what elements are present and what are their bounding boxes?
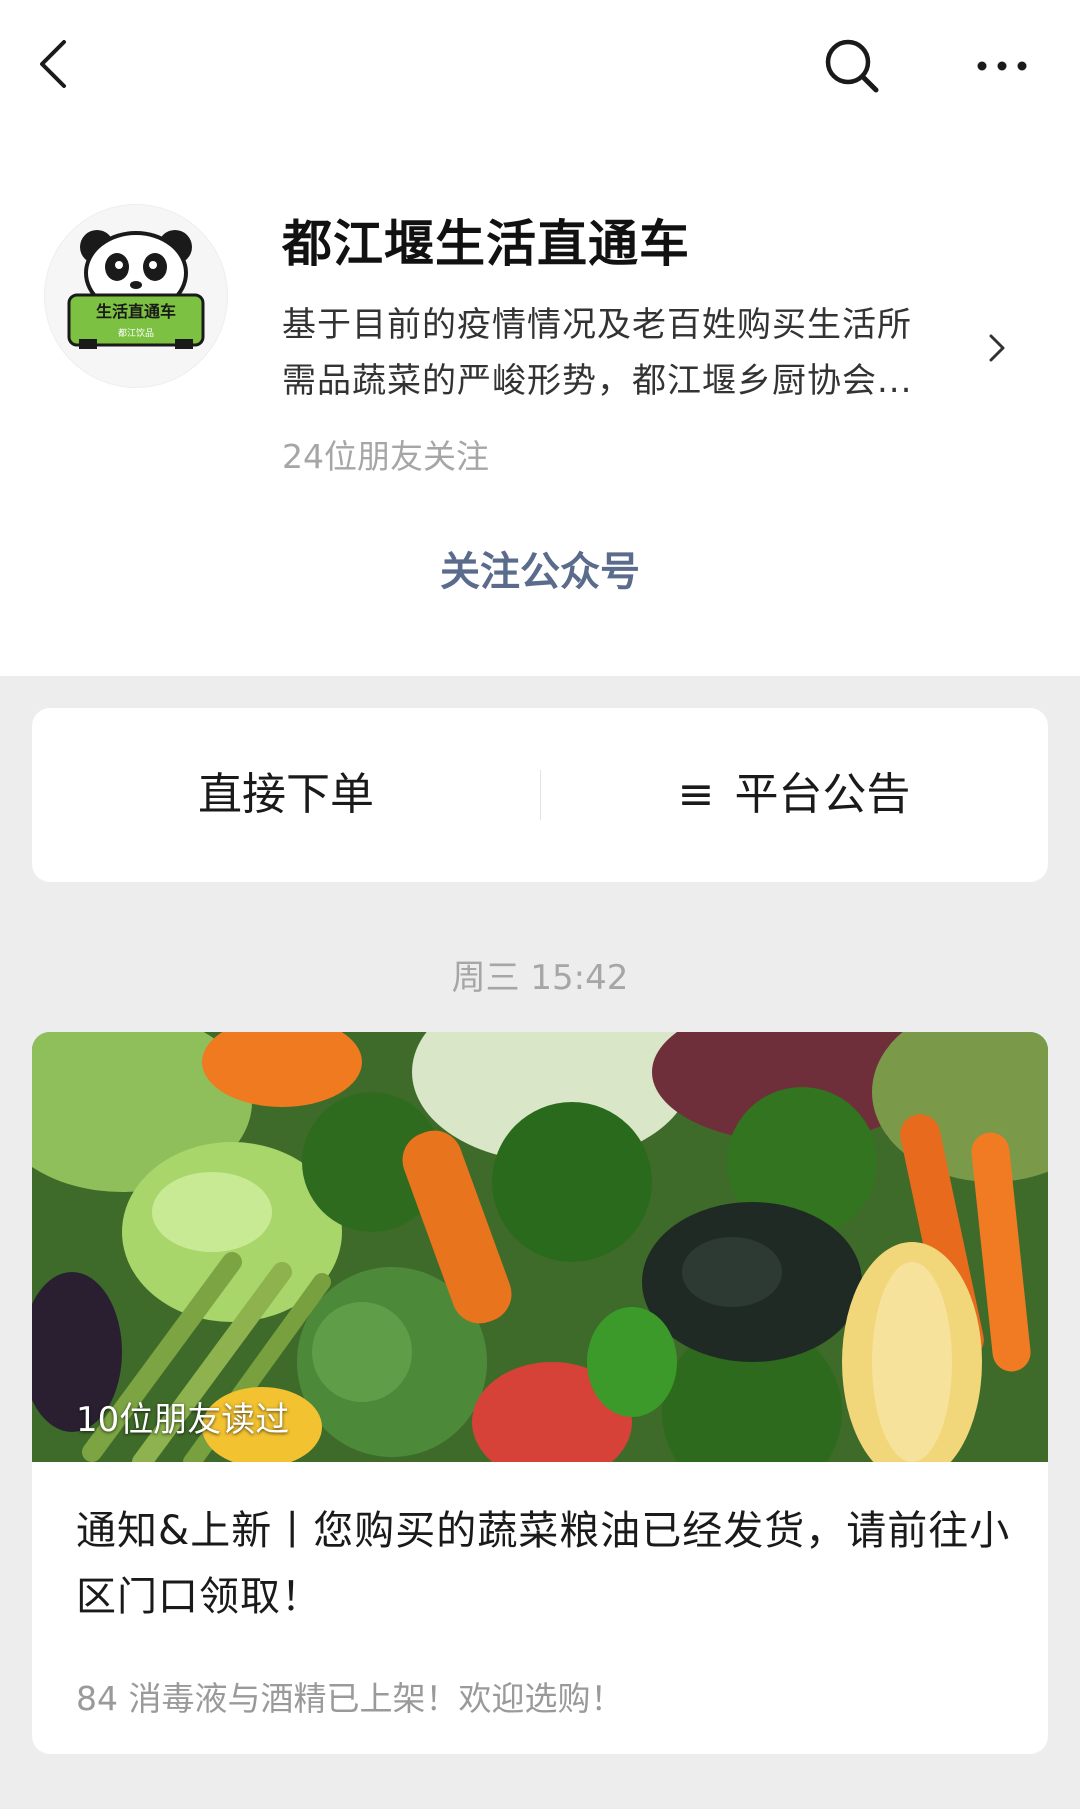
search-button[interactable] (820, 34, 884, 98)
chevron-right-icon (989, 334, 1005, 362)
account-name: 都江堰生活直通车 (282, 215, 690, 273)
article-title: 通知&上新丨您购买的蔬菜粮油已经发货，请前往小区门口领取！ (76, 1508, 1011, 1620)
panda-logo-icon: 生活直通车 都江饮品 (67, 230, 205, 349)
menu-platform-notice-label: 平台公告 (734, 769, 911, 820)
menu-direct-order-label: 直接下单 (198, 769, 374, 820)
article-card[interactable]: 10位朋友读过 通知&上新丨您购买的蔬菜粮油已经发货，请前往小区门口领取！ 84… (32, 1032, 1048, 1754)
more-button[interactable] (972, 44, 1032, 88)
search-icon (825, 39, 879, 93)
account-detail-button[interactable] (985, 330, 1009, 366)
message-timestamp: 周三 15:42 (451, 958, 629, 998)
chevron-left-icon (40, 40, 66, 88)
follow-account-button[interactable]: 关注公众号 (380, 540, 700, 604)
menu-platform-notice[interactable]: ≡ 平台公告 (540, 708, 1048, 882)
back-button[interactable] (30, 34, 80, 94)
avatar-logo-text: 生活直通车 (96, 302, 176, 321)
account-avatar[interactable]: 生活直通车 都江饮品 (44, 204, 228, 388)
friends-read-count: 10位朋友读过 (76, 1400, 290, 1440)
more-dots-icon (977, 61, 1027, 71)
avatar-logo-subtext: 都江饮品 (118, 327, 154, 339)
account-description-line-2: 需品蔬菜的严峻形势，都江堰乡厨协会... (282, 361, 913, 401)
article-digest: 84 消毒液与酒精已上架！欢迎选购！ (76, 1679, 624, 1718)
account-header-panel: 生活直通车 都江饮品 都江堰生活直通车 基于目前的疫情情况及老百姓购买生活所 需… (0, 0, 1080, 676)
account-description[interactable]: 基于目前的疫情情况及老百姓购买生活所 需品蔬菜的严峻形势，都江堰乡厨协会... (282, 297, 982, 409)
menu-direct-order[interactable]: 直接下单 (32, 708, 540, 882)
submenu-list-icon: ≡ (677, 769, 715, 820)
friends-following-count: 24位朋友关注 (282, 437, 489, 476)
account-menu-bar: 直接下单 ≡ 平台公告 (32, 708, 1048, 882)
account-description-line-1: 基于目前的疫情情况及老百姓购买生活所 (282, 305, 912, 345)
